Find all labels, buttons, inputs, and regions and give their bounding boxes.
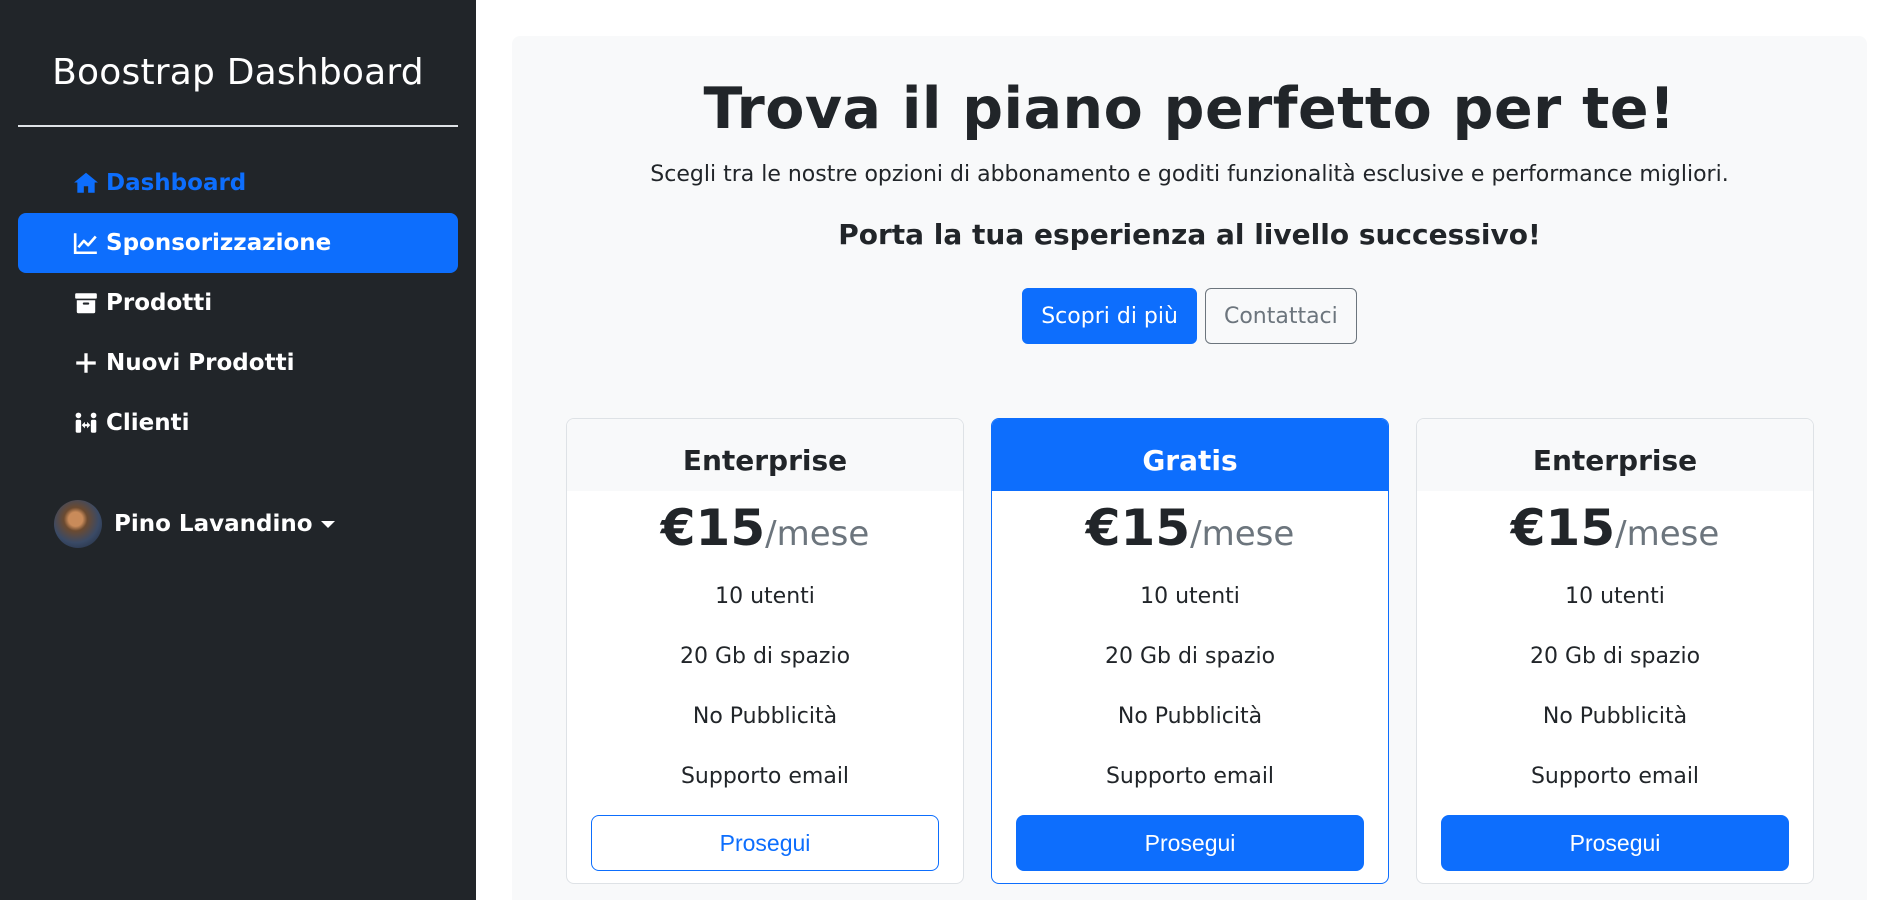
- sidebar-item-label: Clienti: [106, 410, 190, 436]
- price-amount: €15: [1085, 499, 1191, 557]
- plus-icon: [72, 349, 100, 377]
- continue-button[interactable]: Prosegui: [591, 815, 939, 871]
- hero-lead: Porta la tua esperienza al livello succe…: [838, 218, 1541, 251]
- sidebar-item-prodotti[interactable]: Prodotti: [18, 273, 458, 333]
- sidebar: Boostrap Dashboard Dashboard Sponsorizza…: [0, 0, 476, 900]
- plan-price: €15/mese: [567, 499, 963, 557]
- people-arrows-icon: [72, 409, 100, 437]
- home-icon: [72, 169, 100, 197]
- feature-item: Supporto email: [1105, 764, 1275, 789]
- feature-item: No Pubblicità: [1117, 704, 1263, 729]
- sidebar-nav: Dashboard Sponsorizzazione Prodotti Nuov…: [18, 153, 458, 453]
- sidebar-item-label: Nuovi Prodotti: [106, 350, 295, 376]
- sidebar-item-sponsorizzazione[interactable]: Sponsorizzazione: [18, 213, 458, 273]
- sidebar-item-nuovi-prodotti[interactable]: Nuovi Prodotti: [18, 333, 458, 393]
- feature-item: Supporto email: [1530, 764, 1700, 789]
- brand-title[interactable]: Boostrap Dashboard: [18, 52, 458, 93]
- pricing-card: Enterprise €15/mese 10 utenti 20 Gb di s…: [1416, 418, 1814, 884]
- plan-price: €15/mese: [992, 499, 1388, 557]
- pricing-card-featured: Gratis €15/mese 10 utenti 20 Gb di spazi…: [991, 418, 1389, 884]
- plan-price: €15/mese: [1417, 499, 1813, 557]
- sidebar-item-clienti[interactable]: Clienti: [18, 393, 458, 453]
- pricing-cards: Enterprise €15/mese 10 utenti 20 Gb di s…: [566, 418, 1814, 884]
- feature-item: 10 utenti: [1140, 584, 1240, 609]
- price-period: /mese: [1615, 514, 1720, 554]
- chart-line-icon: [72, 229, 100, 257]
- sidebar-item-label: Dashboard: [106, 170, 247, 196]
- plan-name: Gratis: [992, 419, 1388, 491]
- price-period: /mese: [1190, 514, 1295, 554]
- price-period: /mese: [765, 514, 870, 554]
- pricing-card: Enterprise €15/mese 10 utenti 20 Gb di s…: [566, 418, 964, 884]
- sidebar-item-label: Prodotti: [106, 290, 213, 316]
- caret-down-icon: [320, 520, 335, 528]
- price-amount: €15: [660, 499, 766, 557]
- feature-item: Supporto email: [680, 764, 850, 789]
- brand-divider: [18, 125, 458, 127]
- page-title: Trova il piano perfetto per te!: [703, 76, 1676, 142]
- sidebar-item-dashboard[interactable]: Dashboard: [18, 153, 458, 213]
- main-content: Trova il piano perfetto per te! Scegli t…: [512, 36, 1867, 900]
- avatar: [54, 500, 102, 548]
- continue-button[interactable]: Prosegui: [1441, 815, 1789, 871]
- feature-item: No Pubblicità: [1542, 704, 1688, 729]
- feature-item: 20 Gb di spazio: [679, 644, 851, 669]
- plan-features: 10 utenti 20 Gb di spazio No Pubblicità …: [992, 567, 1388, 807]
- hero-subtitle: Scegli tra le nostre opzioni di abboname…: [650, 162, 1729, 187]
- plan-features: 10 utenti 20 Gb di spazio No Pubblicità …: [1417, 567, 1813, 807]
- plan-name: Enterprise: [1417, 419, 1813, 491]
- plan-name: Enterprise: [567, 419, 963, 491]
- discover-more-button[interactable]: Scopri di più: [1022, 288, 1197, 344]
- continue-button[interactable]: Prosegui: [1016, 815, 1364, 871]
- feature-item: 10 utenti: [1565, 584, 1665, 609]
- sidebar-item-label: Sponsorizzazione: [106, 230, 332, 256]
- contact-button[interactable]: Contattaci: [1204, 288, 1357, 344]
- archive-box-icon: [72, 289, 100, 317]
- user-dropdown[interactable]: Pino Lavandino: [54, 500, 335, 548]
- feature-item: 20 Gb di spazio: [1529, 644, 1701, 669]
- price-amount: €15: [1510, 499, 1616, 557]
- feature-item: 10 utenti: [715, 584, 815, 609]
- user-name: Pino Lavandino: [114, 511, 313, 537]
- feature-item: 20 Gb di spazio: [1104, 644, 1276, 669]
- hero-buttons: Scopri di più Contattaci: [512, 288, 1867, 344]
- plan-features: 10 utenti 20 Gb di spazio No Pubblicità …: [567, 567, 963, 807]
- feature-item: No Pubblicità: [692, 704, 838, 729]
